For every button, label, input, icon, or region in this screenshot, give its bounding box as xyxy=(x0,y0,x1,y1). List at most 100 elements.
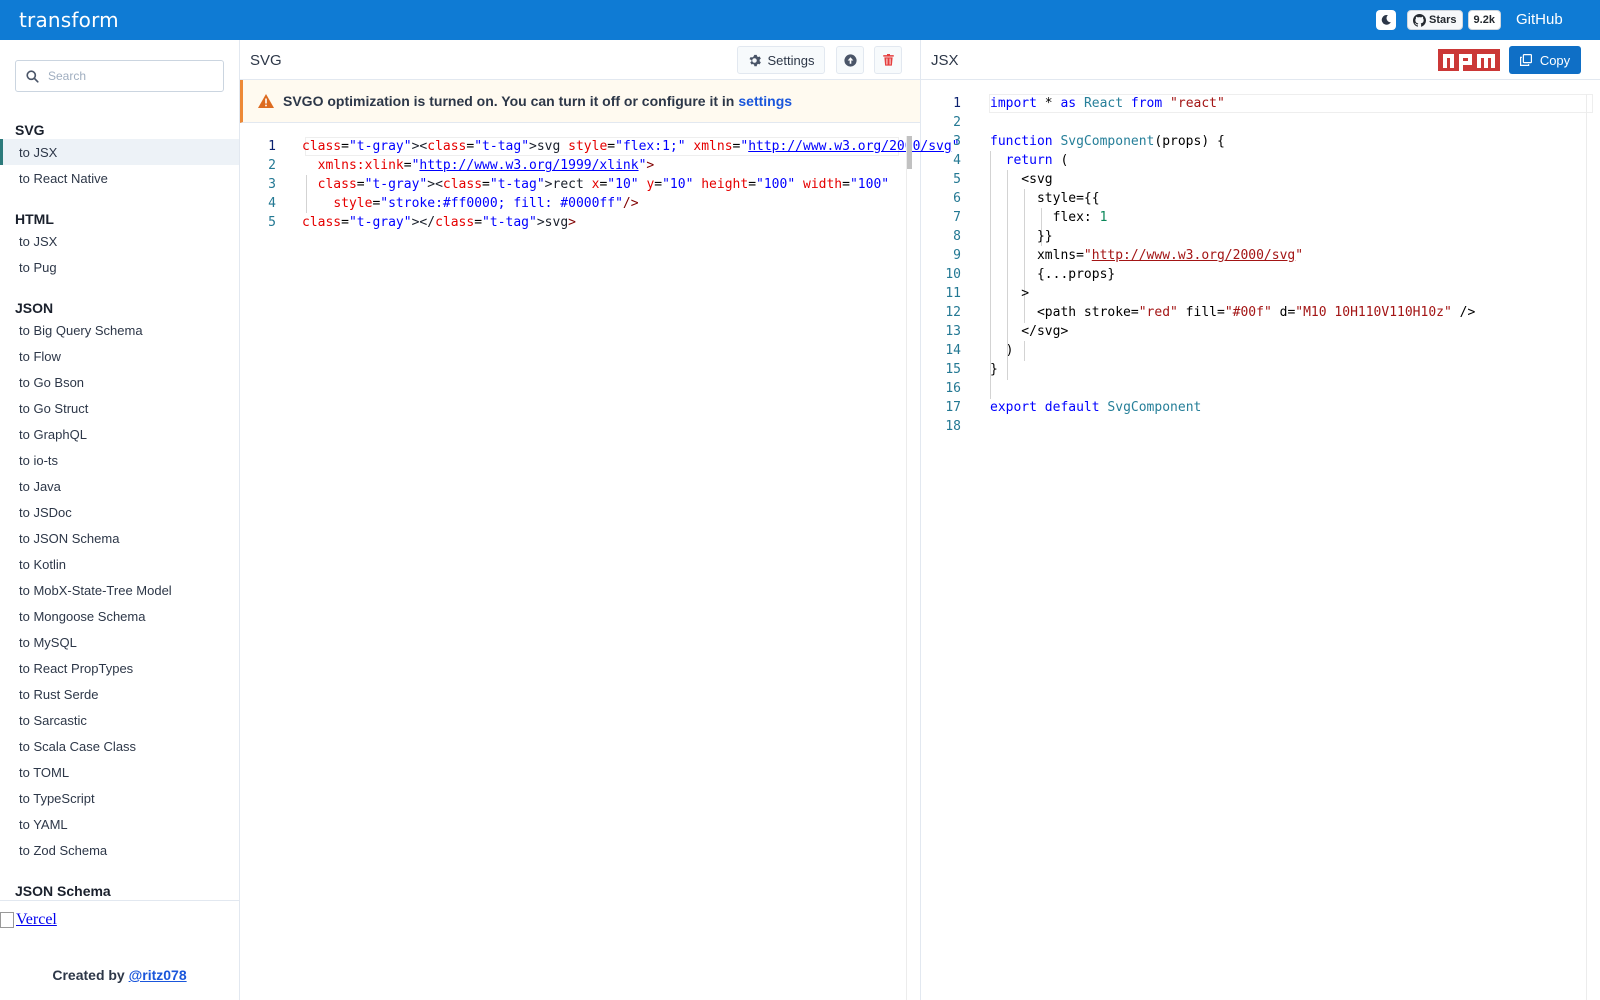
code-line[interactable]: import * as React from "react" xyxy=(990,94,1225,113)
code-line[interactable]: class="t-gray"></class="t-tag">svg> xyxy=(302,213,576,232)
github-stars-button[interactable]: Stars xyxy=(1407,10,1463,30)
alert-text: SVGO optimization is turned on. You can … xyxy=(283,93,735,109)
nav-group-title: JSON xyxy=(15,300,54,316)
nav-item[interactable]: to Sarcastic xyxy=(0,707,239,733)
input-panel: SVG Settings SVGO optimization is turned… xyxy=(240,40,960,1000)
line-number: 18 xyxy=(945,419,961,434)
nav-group-title: JSON Schema xyxy=(15,883,111,899)
editor-scrollbar-track xyxy=(906,136,907,1000)
trash-icon xyxy=(882,54,894,66)
nav-item[interactable]: to MobX-State-Tree Model xyxy=(0,577,239,603)
nav-item[interactable]: to TypeScript xyxy=(0,785,239,811)
nav-item[interactable]: to Big Query Schema xyxy=(0,317,239,343)
line-number: 2 xyxy=(953,115,961,130)
nav-item[interactable]: to JSX xyxy=(0,228,239,254)
nav-item[interactable]: to Java xyxy=(0,473,239,499)
created-by-label: Created by xyxy=(52,967,125,983)
nav-item[interactable]: to Kotlin xyxy=(0,551,239,577)
line-number: 1 xyxy=(268,139,276,154)
code-line[interactable]: <svg xyxy=(990,170,1052,189)
nav-item[interactable]: to Rust Serde xyxy=(0,681,239,707)
nav-item[interactable]: to Zod Schema xyxy=(0,837,239,863)
nav-item[interactable]: to Go Bson xyxy=(0,369,239,395)
search-input[interactable] xyxy=(48,69,208,83)
github-link[interactable]: GitHub xyxy=(1516,11,1563,28)
nav-item[interactable]: to JSDoc xyxy=(0,499,239,525)
input-panel-title: SVG xyxy=(250,52,282,69)
code-line[interactable]: style="stroke:#ff0000; fill: #0000ff"/> xyxy=(302,194,638,213)
svgo-alert: SVGO optimization is turned on. You can … xyxy=(240,80,920,123)
line-number: 3 xyxy=(268,177,276,192)
nav-item[interactable]: to YAML xyxy=(0,811,239,837)
nav-item[interactable]: to React Native xyxy=(0,165,239,191)
broken-image-icon xyxy=(0,912,14,928)
code-line[interactable]: </svg> xyxy=(990,322,1068,341)
search-icon xyxy=(26,69,39,83)
settings-label: Settings xyxy=(767,52,815,68)
nav-group-title: SVG xyxy=(15,122,45,138)
vercel-alt-text: Vercel xyxy=(16,911,57,928)
upload-button[interactable] xyxy=(836,46,864,74)
gear-icon xyxy=(748,54,761,66)
copy-label: Copy xyxy=(1539,52,1571,68)
app-logo[interactable]: transform xyxy=(19,8,119,32)
line-number: 7 xyxy=(953,210,961,225)
line-number: 12 xyxy=(945,305,961,320)
line-number: 13 xyxy=(945,324,961,339)
output-panel-header: JSX Copy xyxy=(921,40,1600,80)
code-line[interactable]: xmlns:xlink="http://www.w3.org/1999/xlin… xyxy=(302,156,655,175)
code-line[interactable]: style={{ xyxy=(990,189,1100,208)
code-line[interactable]: > xyxy=(990,284,1029,303)
vercel-logo-link[interactable]: Vercel xyxy=(0,911,57,929)
output-panel-title: JSX xyxy=(931,52,959,69)
code-line[interactable]: } xyxy=(990,360,998,379)
code-line[interactable]: }} xyxy=(990,227,1053,246)
code-line[interactable]: return ( xyxy=(990,151,1069,170)
output-line-numbers: 1 2 3 4 5 6 7 8 9 10 11 12 13 14 15 16 17 18 xyxy=(921,94,961,454)
created-by-credit: Created by @ritz078 xyxy=(0,967,239,983)
nav-item[interactable]: to React PropTypes xyxy=(0,655,239,681)
nav-item[interactable]: to io-ts xyxy=(0,447,239,473)
code-line[interactable]: function SvgComponent(props) { xyxy=(990,132,1225,151)
code-line[interactable]: export default SvgComponent xyxy=(990,398,1201,417)
alert-settings-link[interactable]: settings xyxy=(738,93,792,109)
output-code-editor[interactable]: import * as React from "react" function S… xyxy=(990,94,1590,974)
settings-button[interactable]: Settings xyxy=(737,46,825,74)
code-line[interactable]: flex: 1 xyxy=(990,208,1108,227)
nav-item[interactable]: to Pug xyxy=(0,254,239,280)
sidebar-footer: Vercel Created by @ritz078 xyxy=(0,900,239,1000)
nav-item[interactable]: to JSON Schema xyxy=(0,525,239,551)
code-line[interactable]: xmlns="http://www.w3.org/2000/svg" xyxy=(990,246,1303,265)
github-stars-widget: Stars 9.2k xyxy=(1407,10,1501,30)
code-line[interactable]: class="t-gray"><class="t-tag">rect x="10… xyxy=(302,175,889,194)
nav-item[interactable]: to Mongoose Schema xyxy=(0,603,239,629)
nav-group-title: HTML xyxy=(15,211,54,227)
nav-item[interactable]: to Scala Case Class xyxy=(0,733,239,759)
search-box[interactable] xyxy=(15,60,224,92)
theme-toggle-button[interactable] xyxy=(1376,10,1396,30)
nav-item[interactable]: to MySQL xyxy=(0,629,239,655)
github-stars-label: Stars xyxy=(1429,14,1457,26)
input-code-editor[interactable]: class="t-gray"><class="t-tag">svg style=… xyxy=(302,137,960,997)
nav-item[interactable]: to Flow xyxy=(0,343,239,369)
nav-item[interactable]: to GraphQL xyxy=(0,421,239,447)
line-number: 9 xyxy=(953,248,961,263)
nav-item[interactable]: to TOML xyxy=(0,759,239,785)
nav-item[interactable]: to JSX xyxy=(0,139,239,165)
author-link[interactable]: @ritz078 xyxy=(129,967,187,983)
code-line[interactable]: <path stroke="red" fill="#00f" d="M10 10… xyxy=(990,303,1475,322)
nav-item[interactable]: to Go Struct xyxy=(0,395,239,421)
line-number: 15 xyxy=(945,362,961,377)
clear-button[interactable] xyxy=(874,46,902,74)
github-icon xyxy=(1413,13,1426,27)
code-line[interactable]: class="t-gray"><class="t-tag">svg style=… xyxy=(302,137,960,156)
copy-button[interactable]: Copy xyxy=(1509,46,1581,74)
converter-nav: SVG to JSX to React Native HTML to JSX to Pug… xyxy=(0,112,239,900)
code-line[interactable]: {...props} xyxy=(990,265,1115,284)
npm-logo-icon[interactable] xyxy=(1438,49,1500,71)
code-line[interactable]: ) xyxy=(990,341,1014,360)
line-number: 2 xyxy=(268,158,276,173)
github-stars-count[interactable]: 9.2k xyxy=(1467,10,1501,30)
line-number: 17 xyxy=(945,400,961,415)
line-number: 14 xyxy=(945,343,961,358)
